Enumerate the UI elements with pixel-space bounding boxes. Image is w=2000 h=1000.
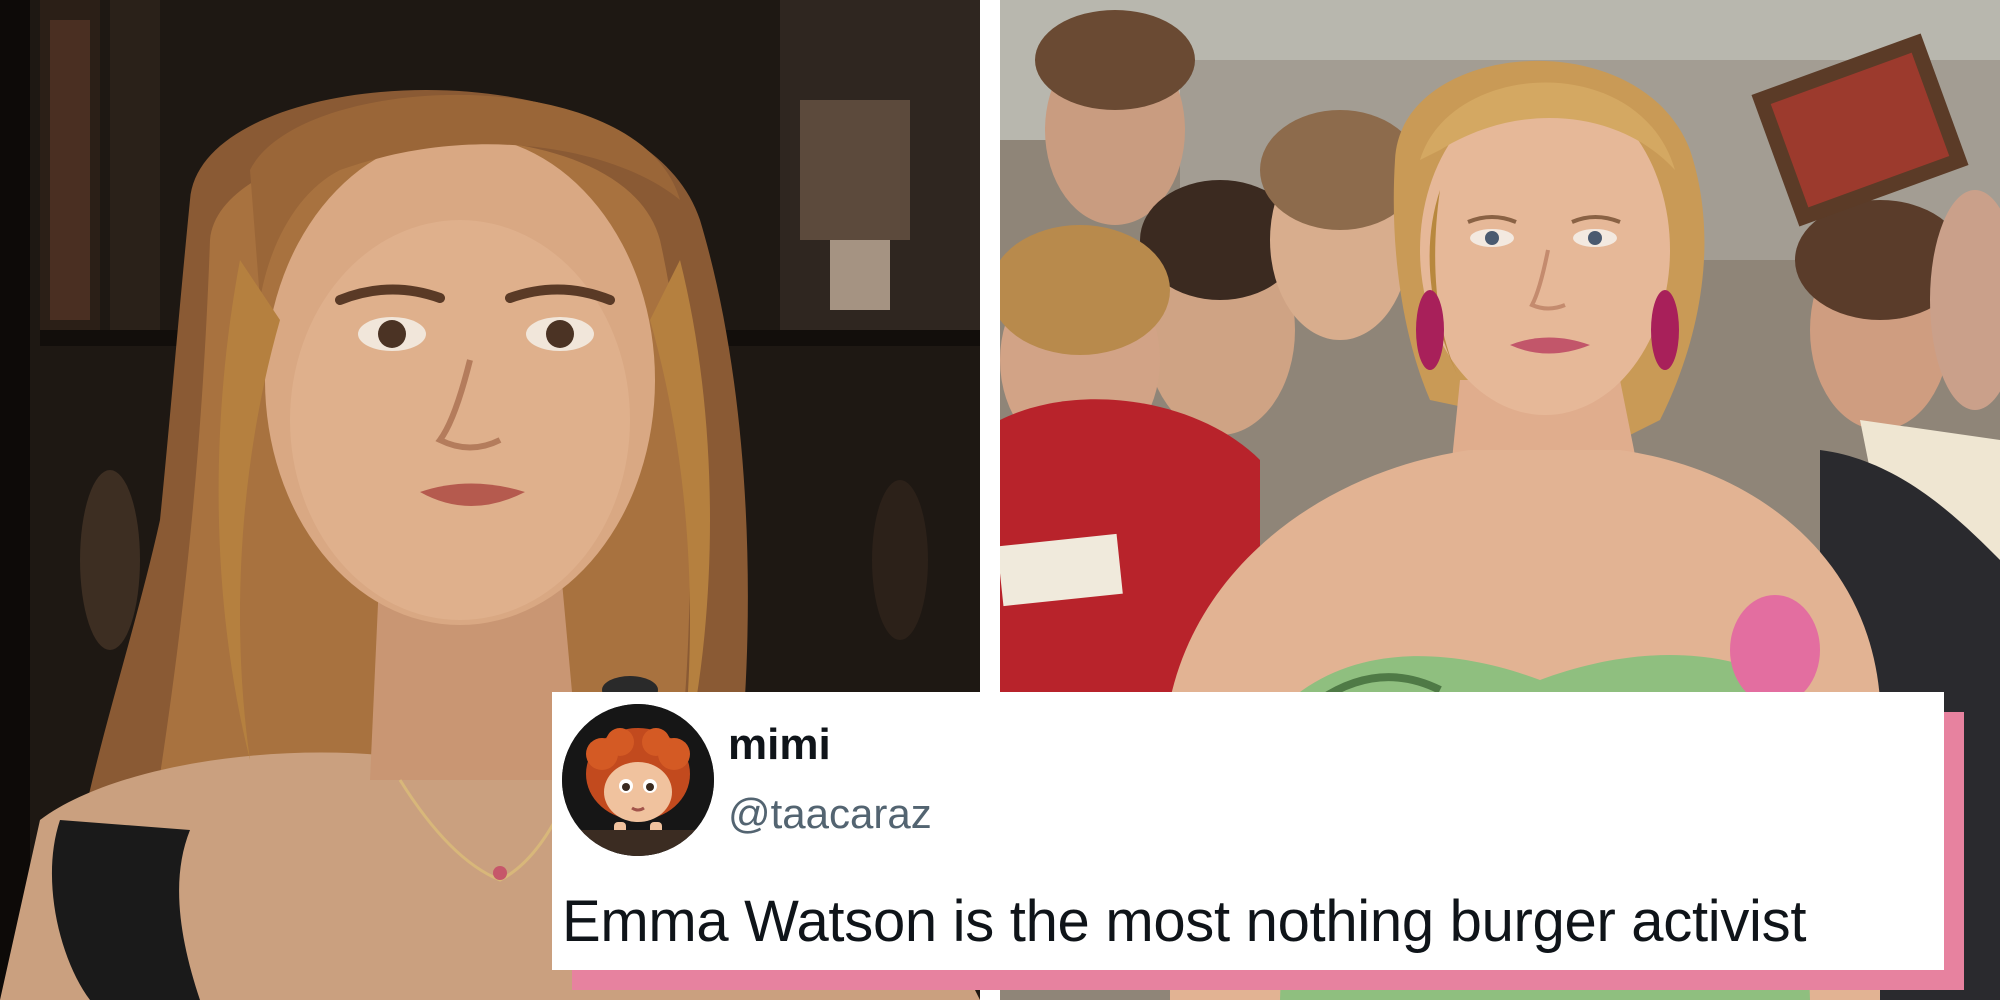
avatar-icon bbox=[562, 704, 714, 856]
tweet-text: Emma Watson is the most nothing burger a… bbox=[562, 889, 1807, 954]
tweet-display-name: mimi bbox=[728, 720, 831, 769]
cartoon-character-avatar bbox=[562, 704, 714, 856]
tweet-handle: @taacaraz bbox=[728, 790, 932, 837]
meme-image: mimi @taacaraz Emma Watson is the most n… bbox=[0, 0, 2000, 1000]
tweet-card: mimi @taacaraz Emma Watson is the most n… bbox=[552, 692, 1944, 970]
